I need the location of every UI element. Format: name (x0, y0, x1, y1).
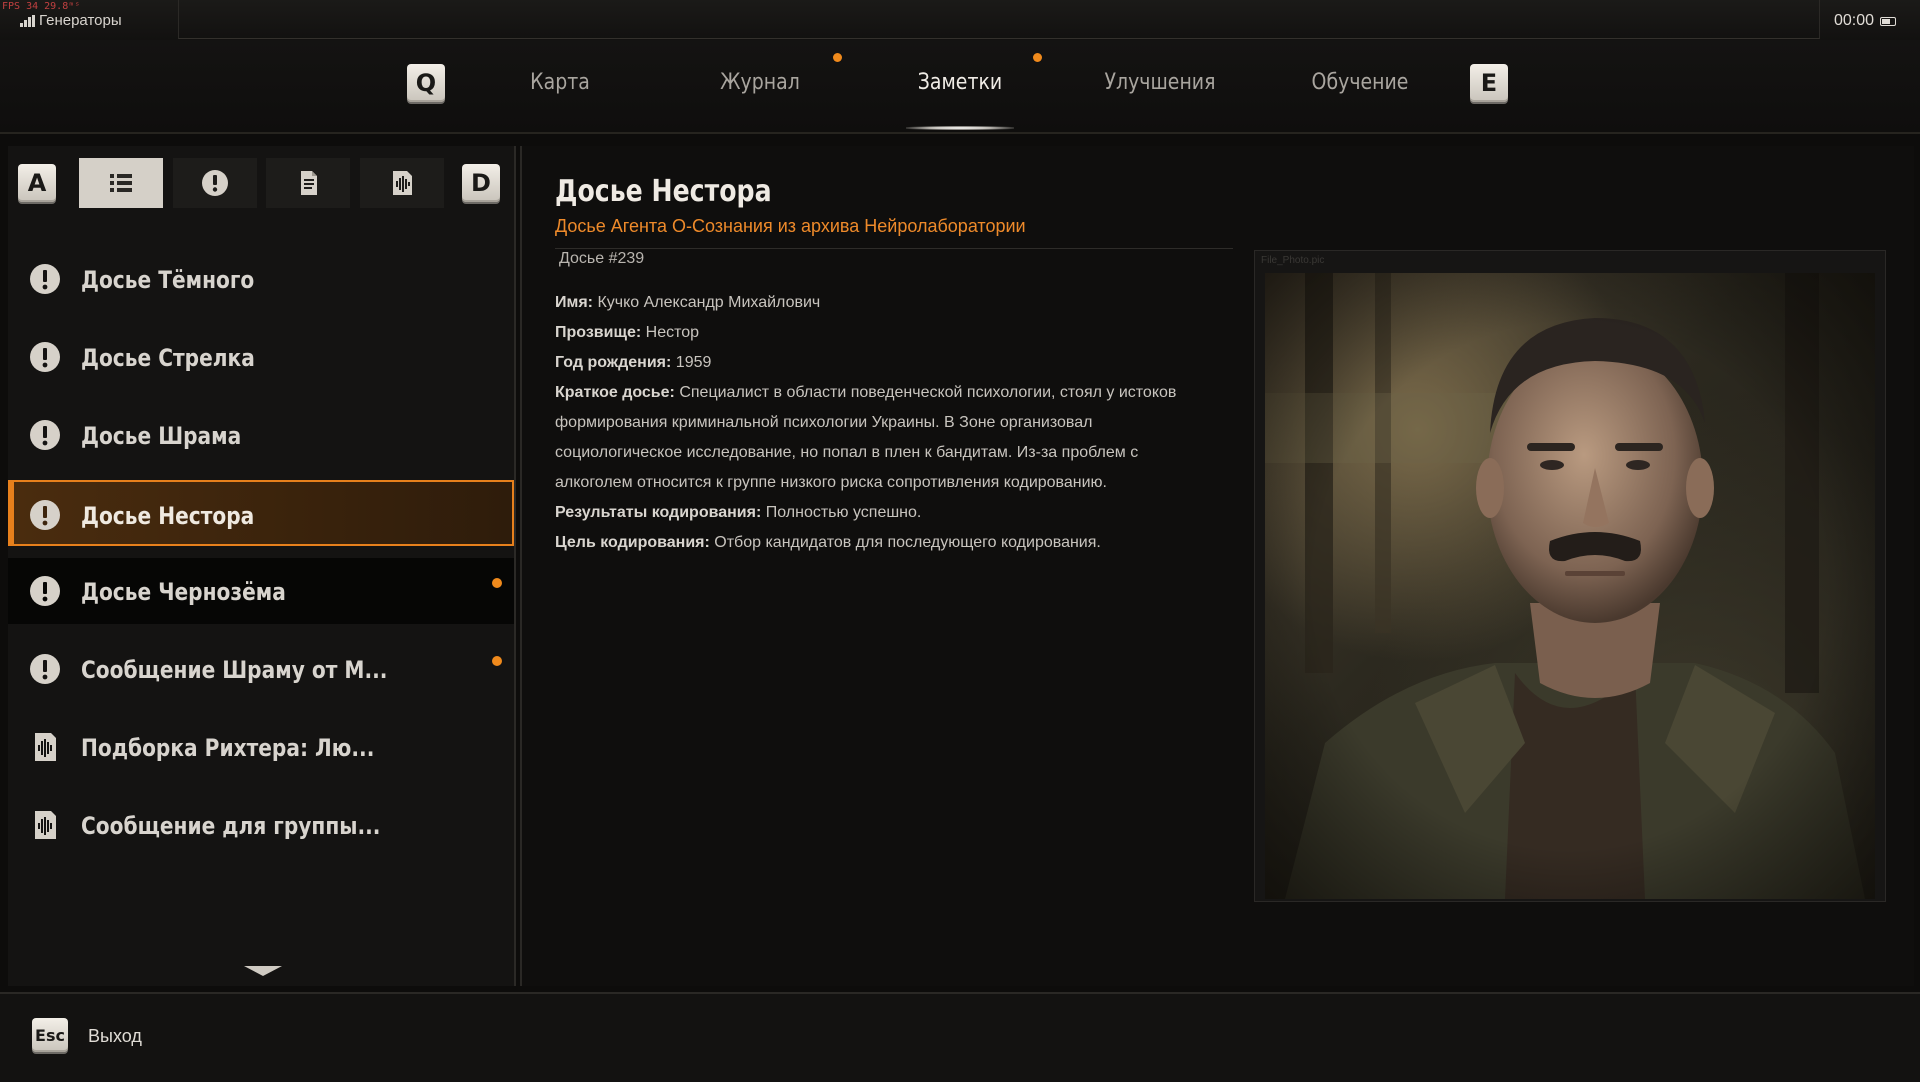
tab-upgrades[interactable]: Улучшения (1100, 70, 1220, 110)
prev-filter-key[interactable]: A (18, 164, 56, 202)
zone-indicator: Генераторы (20, 12, 122, 29)
list-item-label: Подборка Рихтера: Лю... (81, 734, 375, 762)
tab-journal[interactable]: Журнал (713, 70, 808, 110)
dossier-fields: Имя: Кучко Александр Михайлович Прозвище… (555, 288, 1195, 558)
next-filter-key[interactable]: D (462, 164, 500, 202)
list-item-dark[interactable]: Досье Тёмного (8, 246, 514, 312)
filter-audio-button[interactable] (360, 158, 444, 208)
list-item-label: Досье Шрама (81, 422, 242, 450)
journal-new-dot (833, 53, 842, 62)
field-name: Имя: Кучко Александр Михайлович (555, 294, 821, 311)
fps-counter: FPS 34 29.8ᵐˢ (2, 1, 81, 12)
photo-filename: File_Photo.pic (1261, 255, 1325, 266)
exit-button[interactable]: Выход (88, 1026, 142, 1047)
field-birth-year: Год рождения: 1959 (555, 354, 712, 371)
exclamation-icon (30, 500, 60, 530)
list-item-chernozem[interactable]: Досье Чернозёма (8, 558, 514, 624)
field-nickname: Прозвище: Нестор (555, 324, 700, 341)
signal-icon (20, 14, 35, 27)
filter-all-button[interactable] (79, 158, 163, 208)
list-item-label: Досье Тёмного (81, 266, 255, 294)
status-bar: FPS 34 29.8ᵐˢ Генераторы 00:00 (0, 0, 1920, 41)
field-coding-result: Результаты кодирования: Полностью успешн… (555, 504, 922, 521)
list-item-message-shram[interactable]: Сообщение Шраму от М... (8, 636, 514, 702)
dossier-photo (1265, 273, 1875, 899)
tab-notes[interactable]: Заметки (908, 70, 1011, 110)
field-coding-goal: Цель кодирования: Отбор кандидатов для п… (555, 534, 1101, 551)
tab-map[interactable]: Карта (517, 70, 603, 110)
portrait-image (1265, 273, 1875, 899)
prev-tab-key[interactable]: Q (407, 64, 445, 102)
esc-key[interactable]: Esc (32, 1018, 68, 1052)
notes-list-panel: A D Досье Тёмного Досье Стрелка Досье Шр… (8, 146, 516, 986)
audio-icon (35, 733, 56, 761)
filter-dossier-button[interactable] (173, 158, 257, 208)
clock-time: 00:00 (1833, 12, 1874, 29)
document-icon (301, 171, 317, 195)
audio-icon (35, 811, 56, 839)
exclamation-icon (30, 576, 60, 606)
list-item-nestor[interactable]: Досье Нестора (8, 480, 514, 546)
new-indicator-dot (492, 656, 502, 666)
note-subtitle: Досье Агента О-Сознания из архива Нейрол… (555, 216, 1026, 236)
exclamation-icon (30, 654, 60, 684)
list-item-label: Досье Чернозёма (81, 578, 286, 606)
clock: 00:00 (1834, 12, 1896, 30)
list-item-label: Досье Нестора (81, 502, 255, 530)
filter-documents-button[interactable] (266, 158, 350, 208)
exclamation-icon (30, 264, 60, 294)
notes-list: Досье Тёмного Досье Стрелка Досье Шрама … (8, 246, 514, 870)
exclamation-icon (202, 170, 228, 196)
field-summary: Краткое досье: Специалист в области пове… (555, 384, 1177, 491)
battery-icon (1880, 16, 1896, 26)
exclamation-icon (30, 420, 60, 450)
new-indicator-dot (492, 578, 502, 588)
tab-training[interactable]: Обучение (1308, 70, 1411, 110)
status-frame (178, 0, 1820, 39)
main-nav: Q Карта Журнал Заметки Улучшения Обучени… (0, 40, 1920, 134)
zone-name: Генераторы (39, 12, 122, 29)
list-item-shram[interactable]: Досье Шрама (8, 402, 514, 468)
list-icon (110, 174, 132, 192)
note-title: Досье Нестора (555, 174, 772, 209)
exclamation-icon (30, 342, 60, 372)
filter-bar: A D (8, 158, 514, 210)
active-tab-indicator (906, 126, 1014, 130)
note-detail-panel: Досье Нестора Досье Агента О-Сознания из… (520, 146, 1914, 986)
list-item-label: Сообщение Шраму от М... (81, 656, 388, 684)
list-item-group-message[interactable]: Сообщение для группы... (8, 792, 514, 858)
list-item-label: Сообщение для группы... (81, 812, 381, 840)
footer-bar: Esc Выход (0, 992, 1920, 1082)
notes-new-dot (1033, 53, 1042, 62)
audio-icon (393, 171, 412, 195)
scroll-down-arrow-icon[interactable] (244, 966, 282, 976)
next-tab-key[interactable]: E (1470, 64, 1508, 102)
divider (555, 248, 1233, 249)
list-item-label: Досье Стрелка (81, 344, 255, 372)
dossier-photo-frame: File_Photo.pic (1254, 250, 1886, 902)
list-item-strelok[interactable]: Досье Стрелка (8, 324, 514, 390)
dossier-number: Досье #239 (559, 250, 645, 267)
list-item-richter[interactable]: Подборка Рихтера: Лю... (8, 714, 514, 780)
